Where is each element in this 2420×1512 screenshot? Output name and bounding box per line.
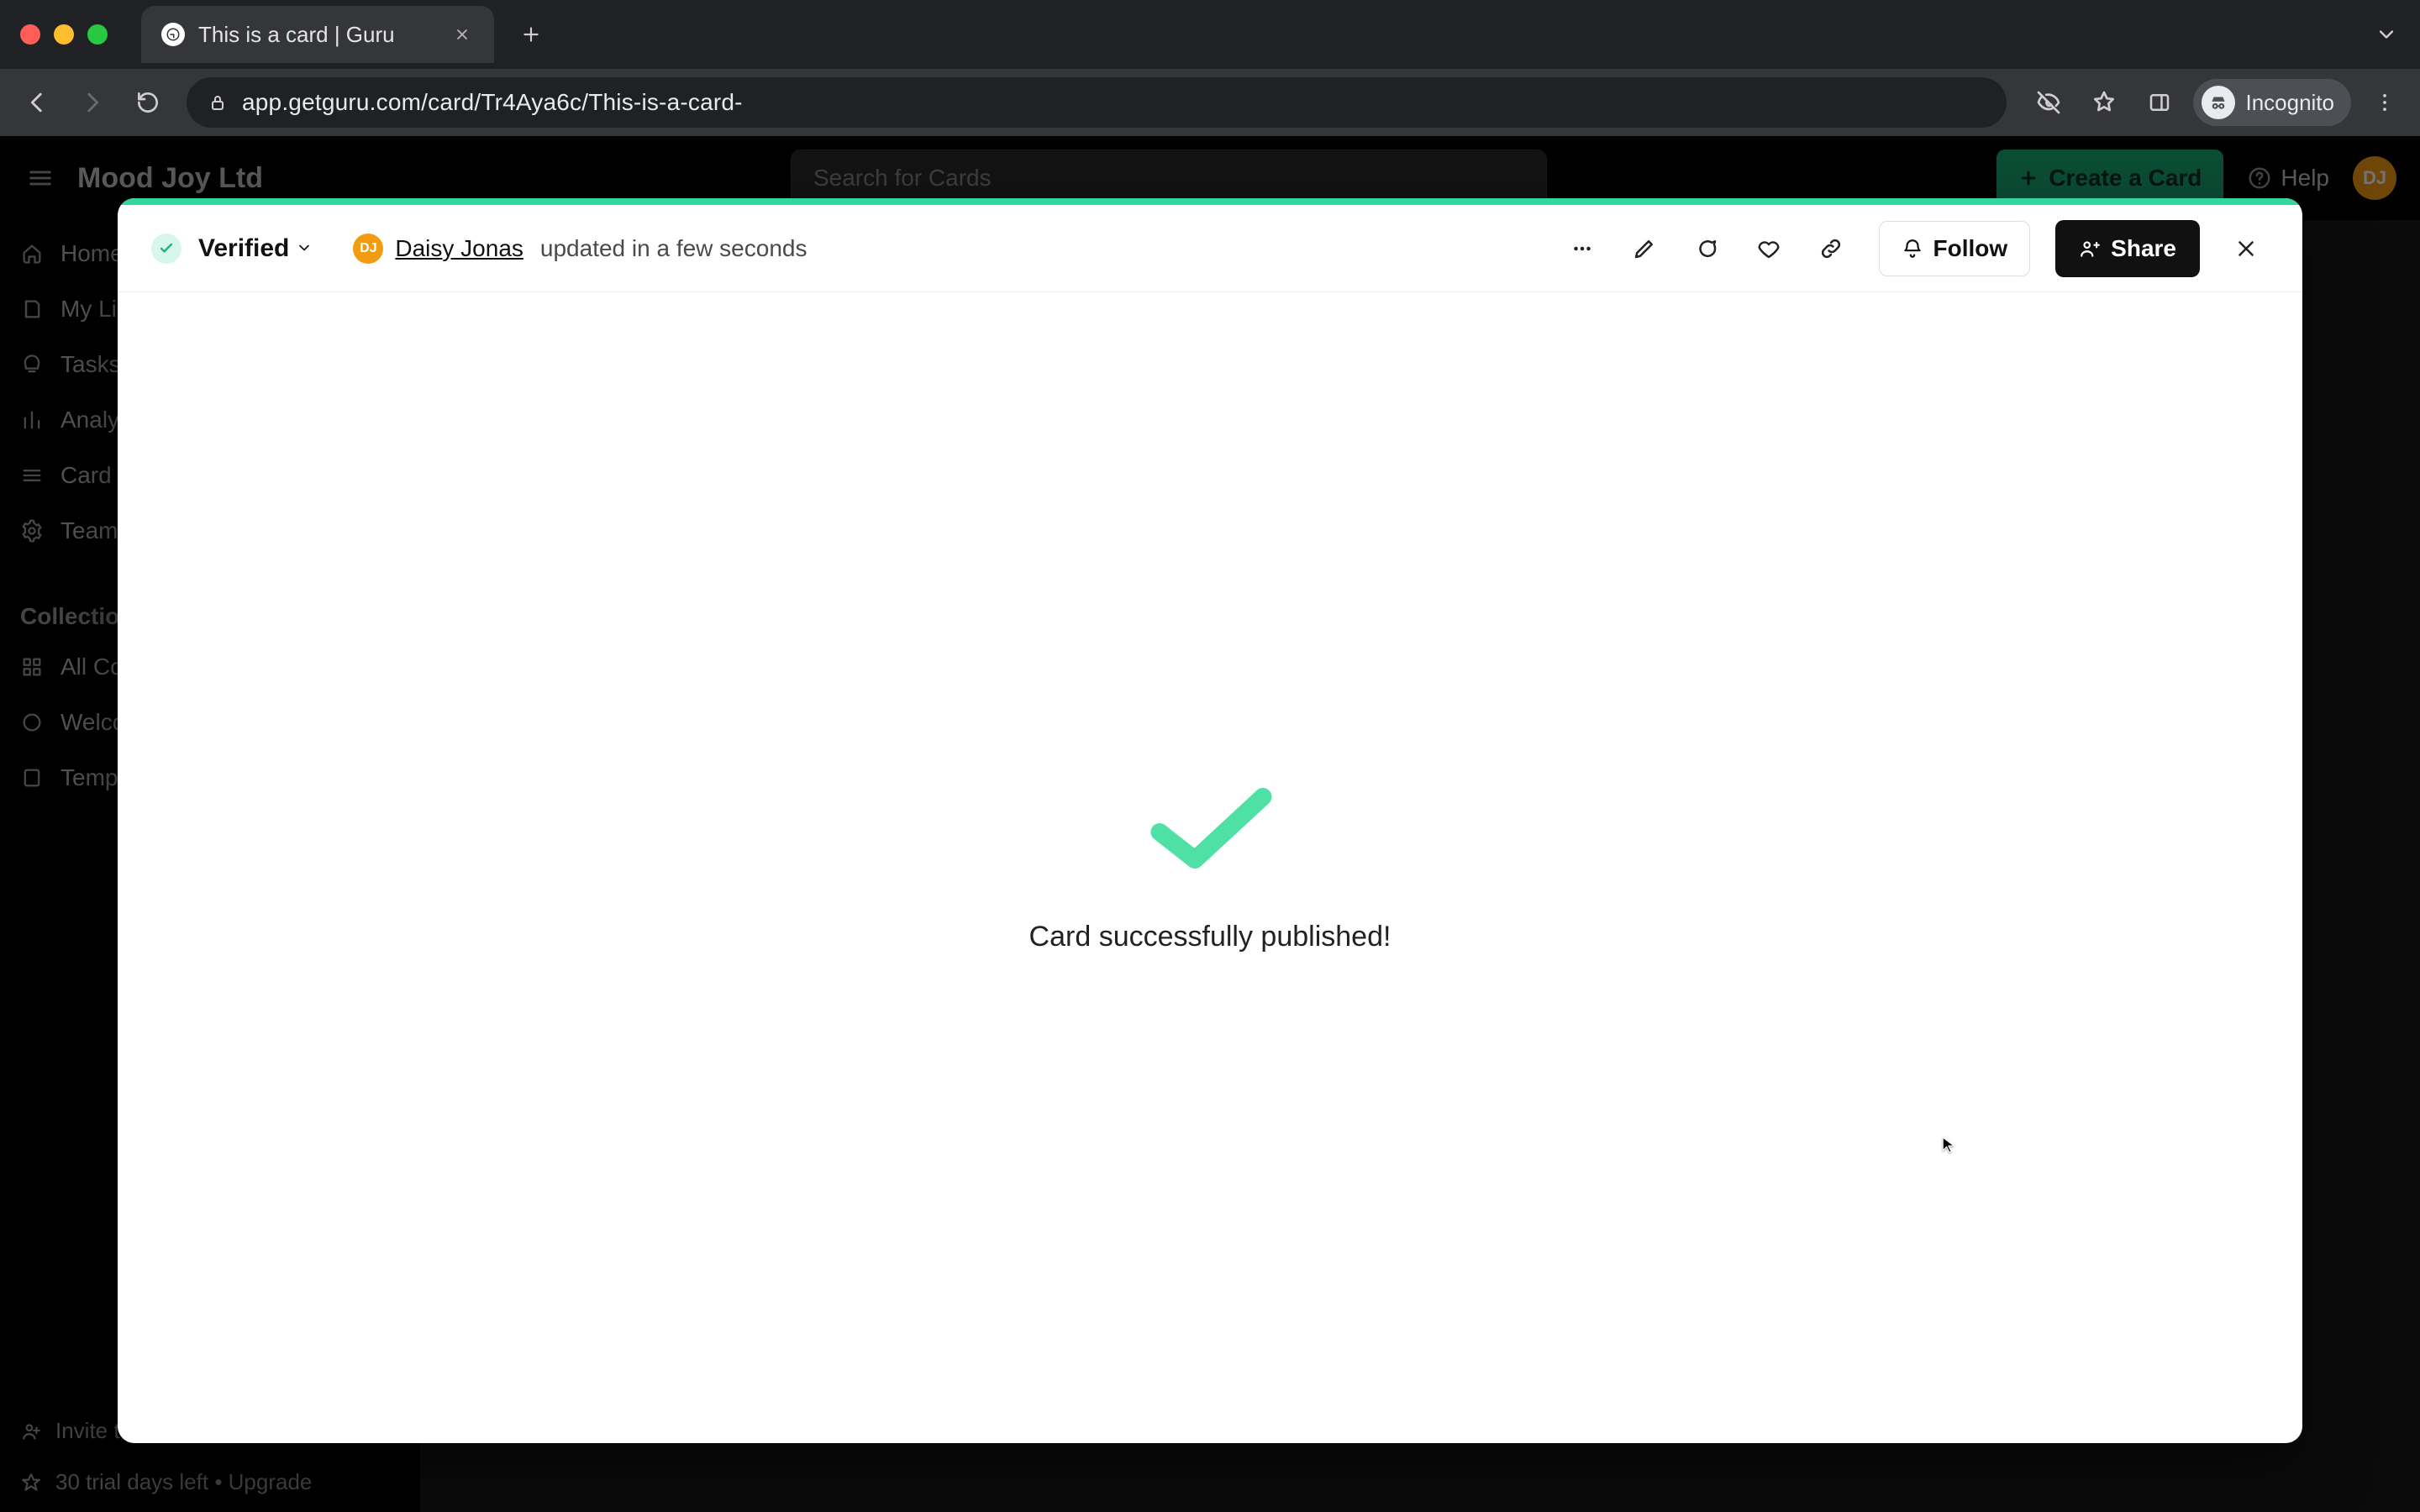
incognito-label: Incognito (2245, 90, 2334, 116)
edit-icon[interactable] (1622, 226, 1667, 271)
window-controls (20, 24, 108, 45)
author-info: DJ Daisy Jonas updated in a few seconds (353, 234, 807, 264)
incognito-chip[interactable]: Incognito (2193, 79, 2351, 126)
tab-strip: This is a card | Guru (0, 0, 2420, 69)
copy-link-icon[interactable] (1808, 226, 1854, 271)
url-text: app.getguru.com/card/Tr4Aya6c/This-is-a-… (242, 89, 743, 116)
author-avatar[interactable]: DJ (353, 234, 383, 264)
eye-off-icon[interactable] (2027, 81, 2070, 124)
modal-header: Verified DJ Daisy Jonas updated in a few… (118, 205, 2302, 292)
chevron-down-icon (296, 234, 313, 263)
verified-label: Verified (198, 234, 289, 263)
url-bar[interactable]: app.getguru.com/card/Tr4Aya6c/This-is-a-… (187, 77, 2007, 128)
window-zoom-button[interactable] (87, 24, 108, 45)
success-check-icon (1147, 782, 1273, 879)
browser-toolbar: app.getguru.com/card/Tr4Aya6c/This-is-a-… (0, 69, 2420, 136)
browser-tab-title: This is a card | Guru (198, 22, 437, 48)
back-button[interactable] (13, 79, 60, 126)
verified-check-icon (151, 234, 182, 264)
new-tab-button[interactable] (511, 14, 551, 55)
verified-dropdown[interactable]: Verified (198, 234, 313, 263)
cursor-icon (1941, 1136, 1961, 1156)
more-options-icon[interactable] (1560, 226, 1605, 271)
success-message: Card successfully published! (1029, 921, 1392, 953)
forward-button[interactable] (69, 79, 116, 126)
window-close-button[interactable] (20, 24, 40, 45)
window-minimize-button[interactable] (54, 24, 74, 45)
guru-favicon-icon (161, 23, 185, 46)
share-label: Share (2111, 235, 2176, 262)
reload-button[interactable] (124, 79, 171, 126)
toolbar-right: Incognito (2027, 79, 2407, 126)
browser-tab[interactable]: This is a card | Guru (141, 6, 494, 63)
kebab-menu-icon[interactable] (2363, 81, 2407, 124)
follow-button[interactable]: Follow (1879, 221, 2031, 276)
side-panel-icon[interactable] (2138, 81, 2181, 124)
follow-label: Follow (1933, 235, 2008, 262)
share-button[interactable]: Share (2055, 220, 2200, 277)
bookmark-star-icon[interactable] (2082, 81, 2126, 124)
modal-accent-bar (118, 198, 2302, 205)
tab-list-button[interactable] (2370, 18, 2403, 51)
close-modal-icon[interactable] (2223, 226, 2269, 271)
modal-body: Card successfully published! (118, 292, 2302, 1443)
incognito-icon (2202, 86, 2235, 119)
close-tab-icon[interactable] (450, 23, 474, 46)
browser-chrome: This is a card | Guru app.getguru.com/ca (0, 0, 2420, 136)
lock-icon (207, 92, 229, 113)
card-modal: Verified DJ Daisy Jonas updated in a few… (118, 198, 2302, 1443)
comment-icon[interactable] (1684, 226, 1729, 271)
updated-timestamp: updated in a few seconds (540, 235, 808, 262)
author-name-link[interactable]: Daisy Jonas (395, 235, 523, 262)
favorite-icon[interactable] (1746, 226, 1791, 271)
